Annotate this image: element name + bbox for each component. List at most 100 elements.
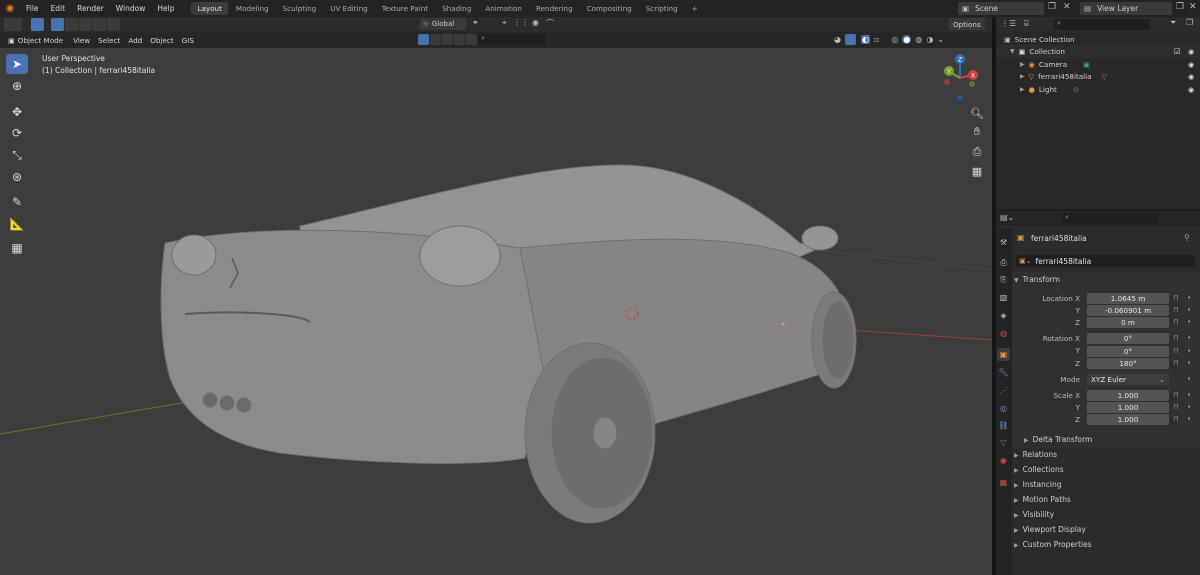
transform-panel-header[interactable]: ▼ Transform <box>1014 275 1060 284</box>
rotation-y-field[interactable]: 0° <box>1087 346 1169 357</box>
rotate-tool-button[interactable]: ⟳ <box>6 123 28 143</box>
render-tab[interactable]: ⎙ <box>997 256 1010 269</box>
eye-icon[interactable]: ◉ <box>1188 72 1194 81</box>
output-tab[interactable]: ⎘ <box>997 273 1010 286</box>
keyframe-dot-icon[interactable]: • <box>1187 375 1191 383</box>
snap-target-icon[interactable]: ⋮⋮ <box>513 18 529 27</box>
lock-icon[interactable]: ⊓ <box>1173 403 1178 411</box>
keyframe-dot-icon[interactable]: • <box>1187 359 1191 367</box>
new-scene-icon[interactable]: ❐ <box>1048 2 1056 12</box>
outliner-item-ferrari[interactable]: ▶ ▽ ferrari458italia ▽ ◉ <box>996 70 1200 83</box>
visibility-panel[interactable]: ▶ Visibility <box>1014 510 1054 519</box>
lock-icon[interactable]: ⊓ <box>1173 294 1178 302</box>
outliner-editor-type-icon[interactable]: ⋮☰ <box>1001 19 1016 28</box>
eye-icon[interactable]: ◉ <box>1188 85 1194 94</box>
location-x-field[interactable]: 1.0645 m <box>1087 293 1169 304</box>
rotation-x-field[interactable]: 0° <box>1087 333 1169 344</box>
3d-viewport[interactable]: User Perspective (1) Collection | ferrar… <box>0 48 992 575</box>
tab-sculpting[interactable]: Sculpting <box>277 2 323 15</box>
menu-object[interactable]: Object <box>146 32 177 49</box>
viewport-search-field[interactable]: ⌕ <box>478 34 546 45</box>
material-tab[interactable]: ◉ <box>997 454 1010 467</box>
editor-type-icon[interactable] <box>4 18 22 31</box>
tab-modeling[interactable]: Modeling <box>230 2 275 15</box>
rendered-shading-icon[interactable]: ◑ <box>926 35 933 44</box>
keyframe-dot-icon[interactable]: • <box>1187 391 1191 399</box>
outliner-item-light[interactable]: ▶ ● Light ⊙ ◉ <box>996 83 1200 96</box>
gizmo-toggle-icon[interactable] <box>844 34 856 45</box>
menu-select[interactable]: Select <box>94 32 124 49</box>
cursor-tool-button[interactable]: ⊕ <box>6 76 28 96</box>
viewport-display-panel[interactable]: ▶ Viewport Display <box>1014 525 1086 534</box>
menu-gis[interactable]: GIS <box>178 32 198 49</box>
tab-shading[interactable]: Shading <box>436 2 477 15</box>
snap-icon[interactable]: ⌖ <box>502 18 507 28</box>
keyframe-dot-icon[interactable]: • <box>1187 306 1191 314</box>
instancing-panel[interactable]: ▶ Instancing <box>1014 480 1062 489</box>
xray-toggle-icon[interactable]: ▫ <box>874 35 879 44</box>
rotation-z-field[interactable]: 180° <box>1087 358 1169 369</box>
pan-button[interactable]: ✋︎ <box>968 123 986 141</box>
expand-arrow-icon[interactable]: ▶ <box>1020 73 1025 80</box>
mode-new-icon[interactable] <box>51 18 64 31</box>
perspective-toggle-button[interactable]: ▦ <box>968 162 986 180</box>
transform-tool-button[interactable]: ⊛ <box>6 167 28 187</box>
scale-x-field[interactable]: 1.000 <box>1087 390 1169 401</box>
keyframe-dot-icon[interactable]: • <box>1187 318 1191 326</box>
lock-icon[interactable]: ⊓ <box>1173 391 1178 399</box>
menu-view[interactable]: View <box>69 32 94 49</box>
relations-panel[interactable]: ▶ Relations <box>1014 450 1057 459</box>
expand-arrow-icon[interactable]: ▶ <box>1020 61 1025 68</box>
location-z-field[interactable]: 0 m <box>1087 317 1169 328</box>
outliner-display-mode-icon[interactable]: ⌸ <box>1024 19 1029 29</box>
new-collection-icon[interactable]: ❐ <box>1186 18 1193 27</box>
measure-tool-button[interactable]: 📐 <box>6 214 28 234</box>
pin-icon[interactable]: ⚲ <box>1184 233 1190 242</box>
lock-icon[interactable]: ⊓ <box>1173 415 1178 423</box>
view-layer-selector[interactable]: ▤ View Layer <box>1080 2 1172 15</box>
orientation-dropdown[interactable]: ⊹ Global <box>420 18 466 30</box>
outliner-search-field[interactable]: ⌕ <box>1054 19 1150 30</box>
outliner-collection[interactable]: ▼ ▣ Collection ☑ ◉ <box>996 45 1200 58</box>
collections-panel[interactable]: ▶ Collections <box>1014 465 1064 474</box>
annotate-tool-button[interactable]: ✎ <box>6 192 28 212</box>
tab-rendering[interactable]: Rendering <box>530 2 579 15</box>
material-shading-icon[interactable]: ◍ <box>915 35 922 44</box>
tab-uv-editing[interactable]: UV Editing <box>324 2 374 15</box>
menu-add[interactable]: Add <box>124 32 146 49</box>
options-dropdown[interactable]: Options <box>949 18 985 30</box>
camera-view-button[interactable]: ⎙ <box>968 143 986 161</box>
menu-file[interactable]: File <box>20 0 45 17</box>
wireframe-shading-icon[interactable]: ◎ <box>891 35 898 44</box>
overlay-toggle-icon[interactable]: ◐ <box>860 35 870 44</box>
motion-paths-panel[interactable]: ▶ Motion Paths <box>1014 495 1071 504</box>
properties-search-field[interactable]: ⌕ <box>1062 213 1158 224</box>
mode-intersect-icon[interactable] <box>107 18 120 31</box>
tab-layout[interactable]: Layout <box>191 2 228 15</box>
expand-arrow-icon[interactable]: ▶ <box>1020 86 1025 93</box>
mode-extend-icon[interactable] <box>65 18 78 31</box>
menu-edit[interactable]: Edit <box>45 0 72 17</box>
tab-compositing[interactable]: Compositing <box>581 2 638 15</box>
keyframe-dot-icon[interactable]: • <box>1187 334 1191 342</box>
scale-tool-button[interactable]: ⤡ <box>6 145 28 165</box>
zoom-button[interactable]: 🔍︎ <box>968 104 986 122</box>
keyframe-dot-icon[interactable]: • <box>1187 347 1191 355</box>
tab-texture-paint[interactable]: Texture Paint <box>376 2 434 15</box>
mode-invert-icon[interactable] <box>93 18 106 31</box>
keyframe-dot-icon[interactable]: • <box>1187 294 1191 302</box>
keyframe-dot-icon[interactable]: • <box>1187 415 1191 423</box>
custom-properties-panel[interactable]: ▶ Custom Properties <box>1014 540 1092 549</box>
add-workspace-button[interactable]: + <box>686 2 704 15</box>
proportional-edit-icon[interactable]: ◉ <box>532 18 539 27</box>
filter-camera-icon[interactable] <box>442 34 453 45</box>
rotation-mode-dropdown[interactable]: XYZ Euler ⌄ <box>1087 374 1169 385</box>
collection-checkbox-icon[interactable]: ☑ <box>1174 47 1180 56</box>
tab-scripting[interactable]: Scripting <box>640 2 684 15</box>
solid-shading-icon[interactable]: ● <box>902 35 912 44</box>
navigation-gizmo[interactable]: Z X Y <box>938 52 982 104</box>
shading-options-icon[interactable]: ⌄ <box>937 35 944 44</box>
expand-arrow-icon[interactable]: ▼ <box>1010 48 1015 55</box>
object-mode-dropdown[interactable]: ▣ Object Mode <box>4 34 67 47</box>
keyframe-dot-icon[interactable]: • <box>1187 403 1191 411</box>
